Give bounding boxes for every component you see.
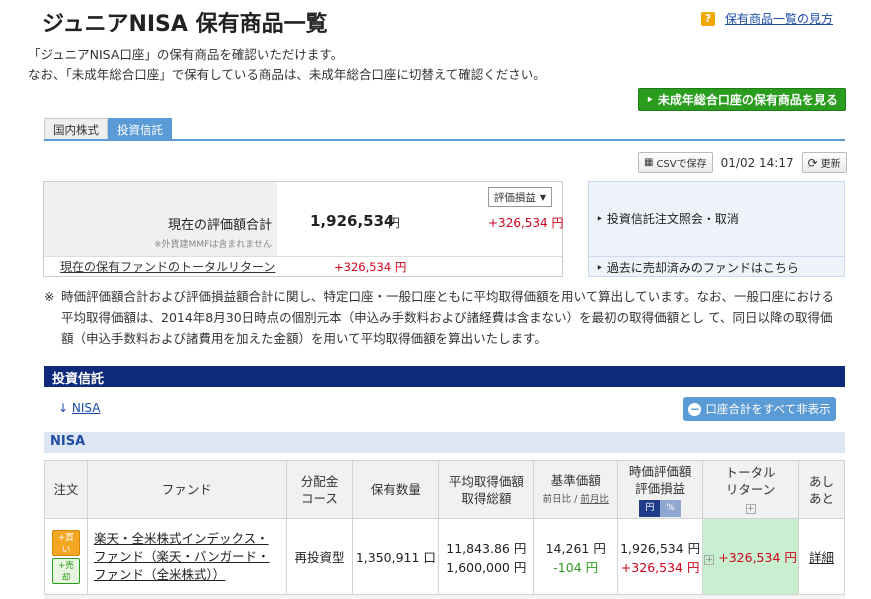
summary-profit: +326,534 円 [488, 216, 564, 230]
calculation-note: ※ 時価評価額合計および評価損益額合計に関し、特定口座・一般口座ともに平均取得価… [44, 286, 844, 349]
help-link[interactable]: ? 保有商品一覧の見方 [701, 10, 833, 27]
arrow-down-icon: ↓ [58, 401, 69, 415]
summary-label: 現在の評価額合計 [167, 218, 272, 233]
percent-toggle[interactable]: % [660, 499, 681, 517]
tab-domestic-stocks[interactable]: 国内株式 [44, 118, 108, 140]
sold-funds-link[interactable]: ‣ 過去に売却済みのファンドはこちら [596, 259, 799, 276]
help-icon: ? [701, 11, 715, 26]
buy-button[interactable]: +買い [51, 529, 80, 556]
detail-link[interactable]: 詳細 [809, 550, 834, 565]
hide-all-totals-button[interactable]: − 口座合計をすべて非表示 [683, 397, 836, 421]
yen-toggle[interactable]: 円 [639, 499, 661, 517]
header-history: あし あと [798, 460, 845, 519]
tab-investment-trusts[interactable]: 投資信託 [108, 118, 172, 140]
header-quantity: 保有数量 [352, 460, 440, 519]
csv-icon: ▦ [644, 157, 654, 168]
total-return-link[interactable]: 現在の保有ファンドのトータルリターン [60, 258, 275, 275]
table-row: +買い +売却 楽天・全米株式インデックス・ファンド（楽天・バンガード・ファンド… [44, 518, 845, 595]
help-link-label[interactable]: 保有商品一覧の見方 [725, 10, 833, 27]
nisa-subheader: NISA [44, 432, 845, 453]
fund-name-link[interactable]: 楽天・全米株式インデックス・ファンド（楽天・バンガード・ファンド（全米株式）） [86, 518, 287, 595]
order-inquiry-link[interactable]: ‣ 投資信託注文照会・取消 [596, 210, 739, 227]
header-order: 注文 [44, 460, 88, 519]
market-value-cell: 1,926,534 円 +326,534 円 [617, 518, 704, 595]
expand-plus-icon[interactable]: + [745, 504, 756, 514]
refresh-icon: ⟳ [807, 155, 818, 170]
expand-plus-icon[interactable]: + [704, 555, 715, 565]
side-links-divider [589, 256, 844, 257]
course-cell: 再投資型 [285, 518, 354, 595]
nisa-anchor-label: NISA [71, 401, 101, 415]
note-mark: ※ [44, 289, 55, 304]
toolbar: ▦ CSVで保存 01/02 14:17 ⟳ 更新 [638, 152, 847, 173]
prev-month-toggle[interactable]: 前月比 [580, 494, 609, 505]
holdings-table: 注文 ファンド 分配金 コース 保有数量 平均取得価額 取得総額 基準価額 前日比 /… [44, 460, 845, 595]
section-header: 投資信託 [44, 366, 845, 387]
tab-underline [44, 139, 845, 141]
description-line-2: なお、「未成年総合口座」で保有している商品は、未成年総合口座に切替えて確認くださ… [28, 67, 546, 82]
summary-unit: 円 [388, 216, 401, 230]
chevron-down-icon: ▼ [539, 192, 547, 202]
evaluation-select-value: 評価損益 [493, 191, 536, 204]
csv-save-button[interactable]: ▦ CSVで保存 [638, 152, 713, 173]
timestamp: 01/02 14:17 [720, 155, 794, 170]
total-return-cell: + +326,534 円 [702, 518, 800, 595]
avg-price-cell: 11,843.86 円 1,600,000 円 [438, 518, 535, 595]
header-total-return: トータル リターン + [702, 460, 800, 519]
header-course: 分配金 コース [285, 460, 354, 519]
table-bottom-row [44, 594, 845, 599]
total-return-amount: +326,534 円 [718, 550, 797, 565]
header-base-price: 基準価額 前日比 / 前月比 [533, 460, 619, 519]
summary-note: ※外貨建MMFは含まれません [154, 240, 272, 250]
order-cell: +買い +売却 [44, 518, 88, 595]
detail-cell: 詳細 [798, 518, 845, 595]
note-text: 時価評価額合計および評価損益額合計に関し、特定口座・一般口座ともに平均取得価額を… [61, 289, 835, 346]
header-market-value: 時価評価額 評価損益 円% [617, 460, 704, 519]
evaluation-select[interactable]: 評価損益 ▼ [488, 187, 552, 207]
quantity-cell: 1,350,911 口 [352, 518, 440, 595]
refresh-label: 更新 [820, 159, 841, 170]
product-tabs: 国内株式 投資信託 [44, 118, 172, 140]
page-title: ジュニアNISA 保有商品一覧 [42, 12, 328, 37]
nisa-anchor-link[interactable]: ↓ NISA [58, 401, 100, 415]
description-line-1: 「ジュニアNISA口座」の保有商品を確認いただけます。 [28, 47, 344, 62]
base-price-cell: 14,261 円 -104 円 [533, 518, 619, 595]
csv-save-label: CSVで保存 [656, 159, 707, 170]
summary-value: 1,926,534 [310, 212, 395, 230]
total-return-value: +326,534 円 [334, 260, 407, 274]
header-fund: ファンド [86, 460, 287, 519]
refresh-button[interactable]: ⟳ 更新 [801, 152, 847, 173]
sell-button[interactable]: +売却 [51, 557, 80, 584]
minus-circle-icon: − [688, 401, 702, 416]
hide-all-totals-label: 口座合計をすべて非表示 [705, 402, 831, 416]
minor-account-holdings-button[interactable]: ‣ 未成年総合口座の保有商品を見る [638, 88, 846, 111]
yen-percent-toggle[interactable]: 円% [639, 499, 681, 517]
table-header-row: 注文 ファンド 分配金 コース 保有数量 平均取得価額 取得総額 基準価額 前日比 /… [44, 460, 845, 519]
header-avg-price: 平均取得価額 取得総額 [438, 460, 535, 519]
